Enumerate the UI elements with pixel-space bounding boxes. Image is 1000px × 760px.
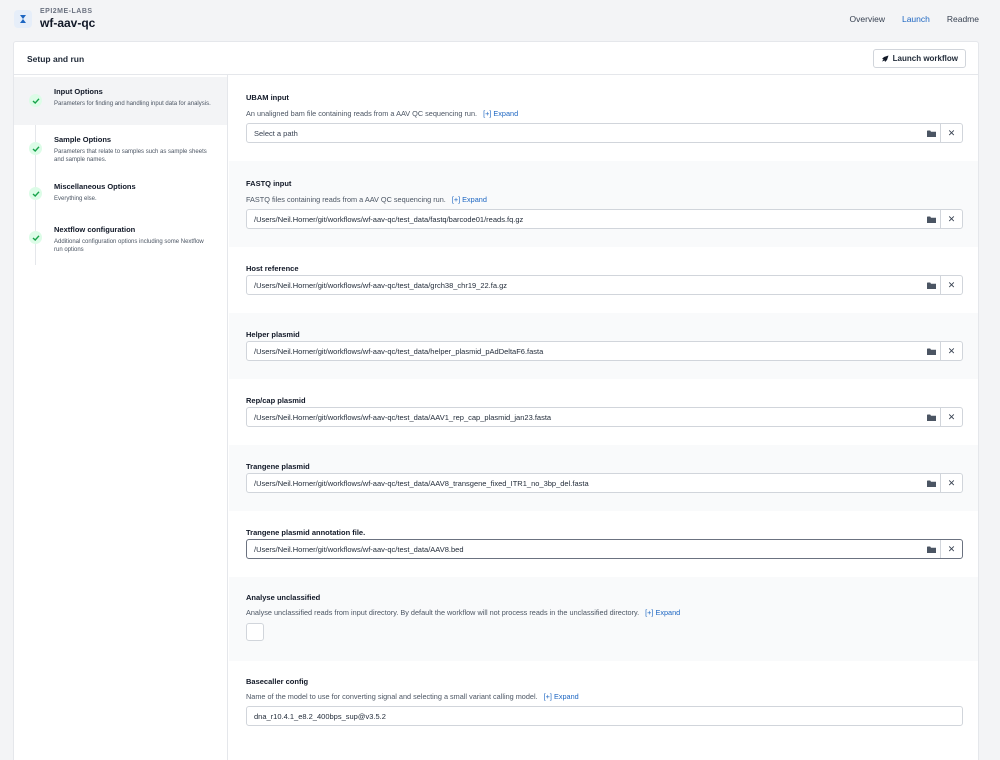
sidebar-step-desc: Parameters for finding and handling inpu… <box>54 101 211 107</box>
basecaller-config-input[interactable]: dna_r10.4.1_e8.2_400bps_sup@v3.5.2 <box>246 706 963 726</box>
repcap-plasmid-value[interactable]: /Users/Neil.Horner/git/workflows/wf-aav-… <box>247 408 922 426</box>
analyse-unclassified-checkbox[interactable] <box>246 623 264 641</box>
host-reference-field[interactable]: /Users/Neil.Horner/git/workflows/wf-aav-… <box>246 275 963 295</box>
sidebar-step-desc: Parameters that relate to samples such a… <box>54 149 207 163</box>
expand-link[interactable]: [+] Expand <box>544 692 579 701</box>
check-icon <box>29 142 42 155</box>
sidebar: Input Options Parameters for finding and… <box>14 75 228 760</box>
param-label: UBAM input <box>246 93 289 102</box>
sidebar-step-title: Miscellaneous Options <box>54 182 136 191</box>
host-reference-value[interactable]: /Users/Neil.Horner/git/workflows/wf-aav-… <box>247 276 922 294</box>
check-icon <box>29 231 42 244</box>
folder-icon[interactable] <box>922 408 940 426</box>
sidebar-step-desc: Additional configuration options includi… <box>54 239 204 253</box>
param-label: Host reference <box>246 264 299 273</box>
folder-icon[interactable] <box>922 276 940 294</box>
transgene-annotation-value[interactable]: /Users/Neil.Horner/git/workflows/wf-aav-… <box>247 540 922 558</box>
param-label: Helper plasmid <box>246 330 300 339</box>
sidebar-step-sample-options[interactable]: Sample Options Parameters that relate to… <box>14 127 227 171</box>
folder-icon[interactable] <box>922 342 940 360</box>
param-helper-plasmid: Helper plasmid /Users/Neil.Horner/git/wo… <box>229 313 978 379</box>
sidebar-step-title: Input Options <box>54 87 103 96</box>
close-icon[interactable]: ✕ <box>940 124 962 142</box>
expand-link[interactable]: [+] Expand <box>452 195 487 204</box>
helper-plasmid-field[interactable]: /Users/Neil.Horner/git/workflows/wf-aav-… <box>246 341 963 361</box>
repcap-plasmid-field[interactable]: /Users/Neil.Horner/git/workflows/wf-aav-… <box>246 407 963 427</box>
top-bar: EPI2ME-LABS wf-aav-qc Overview Launch Re… <box>0 0 1000 40</box>
sidebar-step-title: Sample Options <box>54 135 112 144</box>
ubam-path-value[interactable]: Select a path <box>247 124 922 142</box>
transgene-annotation-field[interactable]: /Users/Neil.Horner/git/workflows/wf-aav-… <box>246 539 963 559</box>
expand-link[interactable]: [+] Expand <box>483 109 518 118</box>
ubam-path-field[interactable]: Select a path ✕ <box>246 123 963 143</box>
close-icon[interactable]: ✕ <box>940 540 962 558</box>
helper-plasmid-value[interactable]: /Users/Neil.Horner/git/workflows/wf-aav-… <box>247 342 922 360</box>
param-desc: FASTQ files containing reads from a AAV … <box>246 195 487 204</box>
page-title: Setup and run <box>27 54 85 64</box>
param-analyse-unclassified: Analyse unclassified Analyse unclassifie… <box>229 577 978 661</box>
card-header: Setup and run Launch workflow <box>14 42 978 75</box>
param-transgene-plasmid: Trangene plasmid /Users/Neil.Horner/git/… <box>229 445 978 511</box>
app-name: wf-aav-qc <box>40 16 96 30</box>
param-label: FASTQ input <box>246 179 292 188</box>
org-name: EPI2ME-LABS <box>40 8 93 15</box>
sidebar-step-input-options[interactable]: Input Options Parameters for finding and… <box>14 77 227 125</box>
close-icon[interactable]: ✕ <box>940 276 962 294</box>
launch-workflow-label: Launch workflow <box>892 54 958 63</box>
nav-overview[interactable]: Overview <box>850 14 885 24</box>
sidebar-step-desc: Everything else. <box>54 196 97 202</box>
param-fastq-input: FASTQ input FASTQ files containing reads… <box>229 161 978 247</box>
param-label: Trangene plasmid <box>246 462 310 471</box>
close-icon[interactable]: ✕ <box>940 210 962 228</box>
param-label: Rep/cap plasmid <box>246 396 306 405</box>
fastq-path-field[interactable]: /Users/Neil.Horner/git/workflows/wf-aav-… <box>246 209 963 229</box>
folder-icon[interactable] <box>922 540 940 558</box>
param-label: Analyse unclassified <box>246 593 321 602</box>
transgene-plasmid-field[interactable]: /Users/Neil.Horner/git/workflows/wf-aav-… <box>246 473 963 493</box>
fastq-path-value[interactable]: /Users/Neil.Horner/git/workflows/wf-aav-… <box>247 210 922 228</box>
check-icon <box>29 94 42 107</box>
param-transgene-annotation: Trangene plasmid annotation file. /Users… <box>229 511 978 577</box>
setup-card: Setup and run Launch workflow Input Opti… <box>13 41 979 760</box>
expand-link[interactable]: [+] Expand <box>645 608 680 617</box>
param-desc: An unaligned bam file containing reads f… <box>246 109 519 118</box>
sidebar-step-nextflow-config[interactable]: Nextflow configuration Additional config… <box>14 217 227 261</box>
close-icon[interactable]: ✕ <box>940 342 962 360</box>
params-panel: UBAM input An unaligned bam file contain… <box>229 75 978 760</box>
launch-workflow-button[interactable]: Launch workflow <box>872 49 966 68</box>
folder-icon[interactable] <box>922 210 940 228</box>
rocket-icon <box>881 55 889 62</box>
nav-readme[interactable]: Readme <box>947 14 979 24</box>
param-label: Basecaller config <box>246 677 309 686</box>
param-desc: Analyse unclassified reads from input di… <box>246 608 681 617</box>
top-nav: Overview Launch Readme <box>850 14 979 24</box>
sidebar-step-misc-options[interactable]: Miscellaneous Options Everything else. <box>14 173 227 211</box>
param-repcap-plasmid: Rep/cap plasmid /Users/Neil.Horner/git/w… <box>229 379 978 445</box>
folder-icon[interactable] <box>922 124 940 142</box>
close-icon[interactable]: ✕ <box>940 408 962 426</box>
transgene-plasmid-value[interactable]: /Users/Neil.Horner/git/workflows/wf-aav-… <box>247 474 922 492</box>
nav-launch[interactable]: Launch <box>902 14 930 24</box>
param-label: Trangene plasmid annotation file. <box>246 528 366 537</box>
param-desc: Name of the model to use for converting … <box>246 692 579 701</box>
param-basecaller-config: Basecaller config Name of the model to u… <box>229 661 978 760</box>
sidebar-step-title: Nextflow configuration <box>54 225 136 234</box>
folder-icon[interactable] <box>922 474 940 492</box>
check-icon <box>29 187 42 200</box>
close-icon[interactable]: ✕ <box>940 474 962 492</box>
param-host-reference: Host reference /Users/Neil.Horner/git/wo… <box>229 247 978 313</box>
epi2me-logo-icon[interactable] <box>14 10 32 28</box>
param-ubam-input: UBAM input An unaligned bam file contain… <box>229 75 978 161</box>
